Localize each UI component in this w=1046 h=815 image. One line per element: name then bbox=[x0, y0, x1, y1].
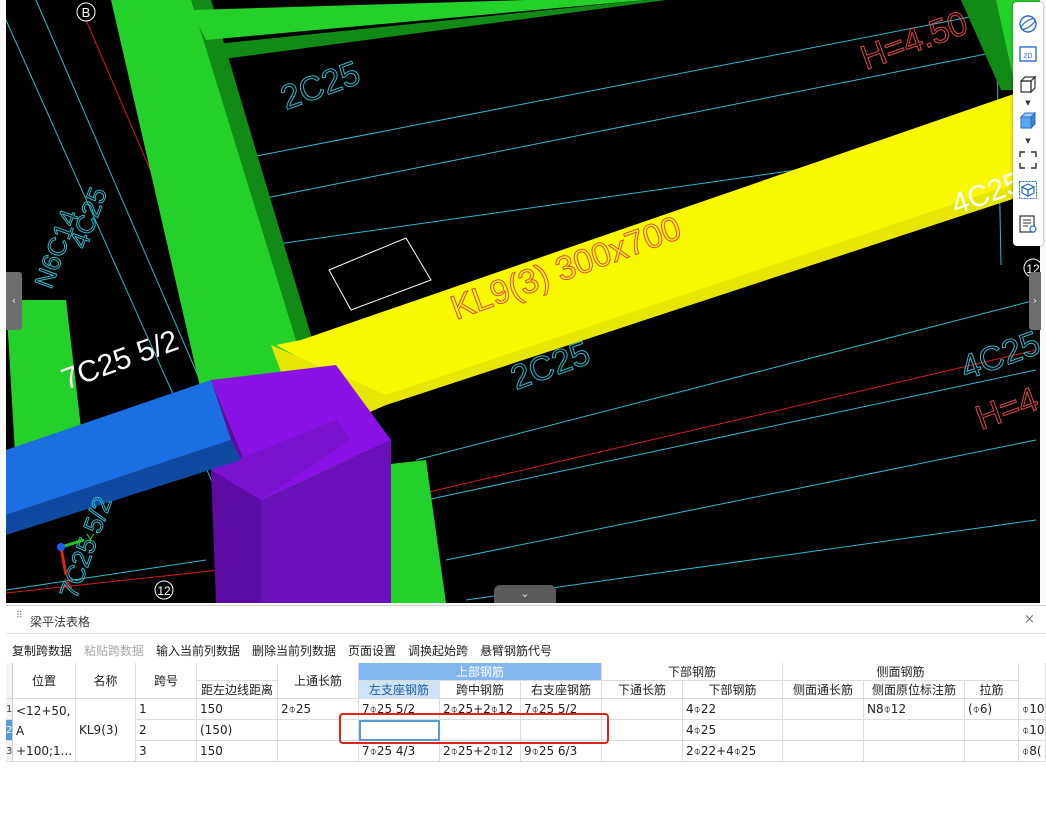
axis-12-bottom-label: 12 bbox=[157, 584, 171, 598]
header-left-dist-top bbox=[197, 663, 278, 681]
cantilever-code-button[interactable]: 悬臂钢筋代号 bbox=[480, 642, 552, 659]
extra-cell[interactable]: ⌽10 bbox=[1019, 699, 1046, 720]
row-number[interactable]: 2 bbox=[6, 720, 13, 741]
header-left-dist: 距左边线距离 bbox=[197, 681, 278, 699]
row-number[interactable]: 1 bbox=[6, 699, 13, 720]
left-support-cell[interactable]: 7⌽25 4/3 bbox=[359, 741, 440, 762]
header-name: 名称 bbox=[76, 663, 136, 699]
page-setup-button[interactable]: 页面设置 bbox=[348, 642, 396, 659]
header-tie: 拉筋 bbox=[965, 681, 1019, 699]
left-dist-cell[interactable]: (150) bbox=[197, 720, 278, 741]
row-number[interactable]: 3 bbox=[6, 741, 13, 762]
swap-start-span-button[interactable]: 调换起始跨 bbox=[408, 642, 468, 659]
view-toolbar: 2D ▼ ▼ bbox=[1013, 2, 1043, 246]
left-collapse-handle[interactable]: ‹ bbox=[6, 272, 22, 330]
row-number-header bbox=[6, 663, 13, 699]
left-dist-cell[interactable]: 150 bbox=[197, 741, 278, 762]
panel-menu: 复制跨数据 粘贴跨数据 输入当前列数据 删除当前列数据 页面设置 调换起始跨 悬… bbox=[6, 639, 1046, 661]
span-cell[interactable]: 2 bbox=[136, 720, 197, 741]
span-cell[interactable]: 3 bbox=[136, 741, 197, 762]
header-left-support: 左支座钢筋 bbox=[359, 681, 440, 699]
rebar-note-left-b: N6C14 bbox=[28, 206, 84, 292]
side-original-cell[interactable] bbox=[864, 741, 965, 762]
bottom-bar-cell[interactable]: 4⌽22 bbox=[683, 699, 783, 720]
position-line: <12+50, bbox=[16, 704, 71, 718]
2d-icon[interactable]: 2D bbox=[1018, 44, 1038, 64]
axis-marker-b: B bbox=[76, 2, 96, 22]
extra-cell[interactable]: ⌽10 bbox=[1019, 720, 1046, 741]
header-right-support: 右支座钢筋 bbox=[521, 681, 602, 699]
bottom-bar-cell[interactable]: 4⌽25 bbox=[683, 720, 783, 741]
name-cell[interactable]: KL9(3) bbox=[76, 699, 136, 762]
white-rect bbox=[328, 237, 432, 311]
position-line: A bbox=[16, 724, 25, 738]
header-top-through: 上通长筋 bbox=[278, 663, 359, 699]
extra-cell[interactable]: ⌽8( bbox=[1019, 741, 1046, 762]
axis-y-label: Y bbox=[86, 531, 95, 546]
beam-note-left: 7C25 5/2 bbox=[57, 324, 183, 397]
header-side-through: 侧面通长筋 bbox=[783, 681, 864, 699]
header-bottom-through: 下通长筋 bbox=[602, 681, 683, 699]
top-through-cell[interactable] bbox=[278, 741, 359, 762]
cad-viewport: B 12 12 2C25 2C25 4C25 4C25 N6C14 7C25 5… bbox=[0, 0, 1046, 603]
left-dist-cell[interactable]: 150 bbox=[197, 699, 278, 720]
delete-column-data-button[interactable]: 删除当前列数据 bbox=[252, 642, 336, 659]
axis-b-label: B bbox=[82, 5, 91, 20]
header-bottom-bar: 下部钢筋 bbox=[683, 681, 783, 699]
header-position: 位置 bbox=[13, 663, 76, 699]
header-group-side: 侧面钢筋 bbox=[783, 663, 1019, 681]
right-support-cell[interactable]: 9⌽25 6/3 bbox=[521, 741, 602, 762]
panel-header: ⠿ 梁平法表格 × bbox=[6, 606, 1046, 634]
axis-marker-12-bottom: 12 bbox=[154, 580, 174, 600]
tie-cell[interactable] bbox=[965, 741, 1019, 762]
highlight-box bbox=[339, 713, 609, 744]
span-cell[interactable]: 1 bbox=[136, 699, 197, 720]
position-cell[interactable]: <12+50, A +100;1... bbox=[13, 699, 76, 762]
rebar-note-top: 2C25 bbox=[276, 54, 365, 118]
header-group-bottom: 下部钢筋 bbox=[602, 663, 783, 681]
chevron-down-icon[interactable]: ▼ bbox=[1024, 138, 1032, 145]
bottom-through-cell[interactable] bbox=[602, 741, 683, 762]
beam-table-panel: ⠿ 梁平法表格 × 复制跨数据 粘贴跨数据 输入当前列数据 删除当前列数据 页面… bbox=[6, 605, 1046, 815]
cube-blue-icon[interactable] bbox=[1018, 110, 1038, 130]
side-original-cell[interactable]: N8⌽12 bbox=[864, 699, 965, 720]
right-collapse-handle[interactable]: › bbox=[1029, 272, 1041, 330]
input-column-data-button[interactable]: 输入当前列数据 bbox=[156, 642, 240, 659]
drag-grip-icon[interactable]: ⠿ bbox=[16, 612, 23, 627]
svg-text:2D: 2D bbox=[1024, 53, 1033, 60]
bottom-through-cell[interactable] bbox=[602, 699, 683, 720]
side-through-cell[interactable] bbox=[783, 699, 864, 720]
header-span: 跨号 bbox=[136, 663, 197, 699]
cube-outline-icon[interactable] bbox=[1018, 74, 1038, 94]
side-original-cell[interactable] bbox=[864, 720, 965, 741]
header-extra bbox=[1019, 663, 1046, 699]
bottom-collapse-handle[interactable]: ⌄ bbox=[494, 585, 556, 603]
chevron-down-icon[interactable]: ▼ bbox=[1024, 100, 1032, 107]
bottom-bar-cell[interactable]: 2⌽22+4⌽25 bbox=[683, 741, 783, 762]
drawing-canvas[interactable]: B 12 12 2C25 2C25 4C25 4C25 N6C14 7C25 5… bbox=[6, 0, 1040, 603]
header-group-top: 上部钢筋 bbox=[359, 663, 602, 681]
close-icon[interactable]: × bbox=[1024, 612, 1035, 627]
side-through-cell[interactable] bbox=[783, 741, 864, 762]
header-mid-span: 跨中钢筋 bbox=[440, 681, 521, 699]
report-icon[interactable] bbox=[1018, 214, 1038, 234]
side-through-cell[interactable] bbox=[783, 720, 864, 741]
yellow-beam bbox=[271, 85, 1040, 440]
position-line: +100;1... bbox=[16, 744, 73, 758]
height-note-top: H=4.50 bbox=[856, 4, 973, 78]
tie-cell[interactable]: (⌽6) bbox=[965, 699, 1019, 720]
panel-title: 梁平法表格 bbox=[30, 615, 91, 629]
fullscreen-icon[interactable] bbox=[1018, 150, 1038, 170]
sphere-icon[interactable] bbox=[1018, 14, 1038, 34]
bottom-through-cell[interactable] bbox=[602, 720, 683, 741]
paste-span-data-button[interactable]: 粘贴跨数据 bbox=[84, 642, 144, 659]
copy-span-data-button[interactable]: 复制跨数据 bbox=[12, 642, 72, 659]
mid-span-cell[interactable]: 2⌽25+2⌽12 bbox=[440, 741, 521, 762]
header-side-original: 侧面原位标注筋 bbox=[864, 681, 965, 699]
cube-check-icon[interactable] bbox=[1018, 180, 1038, 200]
drawing-svg: B 12 12 2C25 2C25 4C25 4C25 N6C14 7C25 5… bbox=[6, 0, 1040, 603]
tie-cell[interactable] bbox=[965, 720, 1019, 741]
axis-x-label: X bbox=[64, 576, 73, 591]
